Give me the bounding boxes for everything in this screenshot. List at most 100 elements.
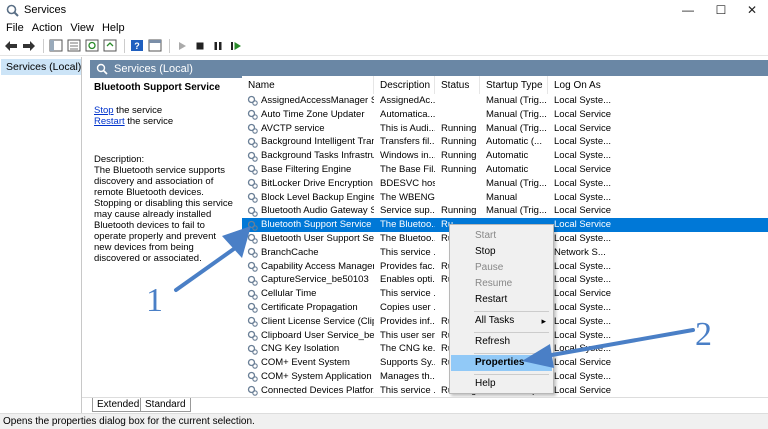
table-row[interactable]: Auto Time Zone Updater Automatica... Manua…: [242, 108, 768, 122]
column-header-startup-type[interactable]: Startup Type: [480, 76, 548, 94]
restart-suffix: the service: [124, 116, 174, 127]
table-row[interactable]: Background Intelligent Tran... Transfers …: [242, 135, 768, 149]
svg-text:?: ?: [134, 41, 140, 51]
service-gear-icon: [247, 330, 258, 341]
menu-item-properties[interactable]: Properties: [451, 355, 552, 371]
tree-item-services-local[interactable]: Services (Local): [1, 59, 81, 75]
service-logon-cell: Local Syste...: [554, 150, 612, 162]
restart-action-line: Restart the service: [94, 116, 234, 127]
service-name: CNG Key Isolation: [261, 343, 340, 355]
column-header-description[interactable]: Description: [374, 76, 435, 94]
service-description-cell: The CNG ke...: [380, 343, 435, 355]
service-name-cell: Base Filtering Engine: [242, 163, 374, 177]
table-row[interactable]: Base Filtering Engine The Base Fil... Runn…: [242, 163, 768, 177]
service-name: BranchCache: [261, 246, 319, 258]
table-row[interactable]: AVCTP service This is Audi... Running Manua…: [242, 122, 768, 136]
restart-service-icon[interactable]: [228, 38, 244, 54]
service-status-cell: Running: [441, 205, 477, 217]
back-arrow-icon[interactable]: [3, 38, 19, 54]
service-gear-icon: [247, 220, 258, 231]
table-row[interactable]: BitLocker Drive Encryption ... BDESVC hos…: [242, 177, 768, 191]
console-icon[interactable]: [147, 38, 163, 54]
service-description-cell: This service ...: [380, 384, 435, 396]
menu-help[interactable]: Help: [98, 22, 129, 34]
menu-item-refresh[interactable]: Refresh: [451, 334, 552, 350]
table-row[interactable]: AssignedAccessManager Se... AssignedAc...…: [242, 94, 768, 108]
view-tabs: Extended Standard: [82, 397, 768, 413]
menu-view[interactable]: View: [66, 22, 98, 34]
help-icon[interactable]: ?: [129, 38, 145, 54]
service-gear-icon: [247, 344, 258, 355]
service-name: Bluetooth Audio Gateway S...: [261, 205, 374, 217]
stop-service-link[interactable]: Stop: [94, 105, 114, 116]
services-icon: [96, 63, 108, 75]
stop-service-icon[interactable]: [192, 38, 208, 54]
service-name-cell: Certificate Propagation: [242, 301, 374, 315]
service-startup-type-cell: Manual (Trig...: [486, 122, 547, 134]
properties-sheet-icon[interactable]: [66, 38, 82, 54]
service-name: Auto Time Zone Updater: [261, 108, 365, 120]
menu-item-restart[interactable]: Restart: [451, 292, 552, 308]
service-name-cell: Auto Time Zone Updater: [242, 108, 374, 122]
menu-item-help[interactable]: Help: [451, 376, 552, 392]
service-name: CaptureService_be50103: [261, 274, 369, 286]
service-name-cell: Cellular Time: [242, 287, 374, 301]
service-gear-icon: [247, 234, 258, 245]
service-description-cell: Service sup...: [380, 205, 435, 217]
panel-title: Services (Local): [114, 63, 193, 75]
service-description-cell: Automatica...: [380, 108, 435, 120]
title-bar: Services: [0, 0, 768, 20]
forward-arrow-icon[interactable]: [21, 38, 37, 54]
toolbar-separator: [169, 38, 170, 53]
service-name: Bluetooth Support Service: [261, 219, 372, 231]
service-logon-cell: Local Syste...: [554, 260, 612, 272]
tab-standard[interactable]: Standard: [140, 398, 191, 412]
service-name-cell: BranchCache: [242, 246, 374, 260]
annotation-label-1: 1: [146, 282, 163, 319]
show-hide-tree-icon[interactable]: [48, 38, 64, 54]
service-name: COM+ System Application: [261, 370, 372, 382]
minimize-button[interactable]: —: [672, 0, 704, 20]
service-startup-type-cell: Manual: [486, 191, 518, 203]
service-logon-cell: Local Syste...: [554, 95, 612, 106]
service-name-cell: BitLocker Drive Encryption ...: [242, 177, 374, 191]
menu-bar: File Action View Help: [0, 20, 768, 36]
table-row[interactable]: Background Tasks Infrastruc... Windows in…: [242, 149, 768, 163]
service-description-cell: The Bluetoo...: [380, 219, 435, 231]
menu-file[interactable]: File: [2, 22, 28, 34]
table-row[interactable]: Block Level Backup Engine ... The WBENG..…: [242, 191, 768, 205]
menu-item-start: Start: [475, 230, 497, 241]
menu-item-stop[interactable]: Stop: [451, 244, 552, 260]
sort-arrow-icon: ^: [304, 76, 309, 81]
service-logon-cell: Local Service: [554, 219, 612, 231]
table-row[interactable]: Bluetooth Audio Gateway S... Service sup.…: [242, 204, 768, 218]
menu-action[interactable]: Action: [28, 22, 67, 34]
service-startup-type-cell: Manual (Trig...: [486, 205, 547, 217]
service-gear-icon: [247, 137, 258, 148]
service-description-cell: AssignedAc...: [380, 95, 435, 106]
column-header-name[interactable]: ^ Name: [242, 76, 374, 94]
pause-service-icon[interactable]: [210, 38, 226, 54]
maximize-button[interactable]: ☐: [705, 0, 737, 20]
restart-service-link[interactable]: Restart: [94, 116, 125, 127]
tab-extended[interactable]: Extended: [92, 398, 145, 412]
service-gear-icon: [247, 261, 258, 272]
menu-separator: [474, 311, 549, 312]
close-button[interactable]: ✕: [736, 0, 768, 20]
refresh-icon[interactable]: [84, 38, 100, 54]
service-description-cell: Windows in...: [380, 150, 435, 162]
export-list-icon[interactable]: [102, 38, 118, 54]
menu-separator: [474, 332, 549, 333]
service-description-cell: Manages th...: [380, 370, 435, 382]
service-name: Background Tasks Infrastruc...: [261, 150, 374, 162]
service-status-cell: [435, 177, 480, 191]
service-name-cell: Clipboard User Service_be5...: [242, 329, 374, 343]
menu-item-all-tasks[interactable]: All Tasks ▸: [451, 313, 552, 329]
service-name: Cellular Time: [261, 288, 317, 300]
service-description-cell: This user ser...: [380, 329, 435, 341]
column-header-status[interactable]: Status: [435, 76, 480, 94]
annotation-label-2: 2: [695, 316, 712, 353]
column-header-log-on-as[interactable]: Log On As: [548, 76, 618, 94]
service-logon-cell: Local Service: [554, 288, 612, 300]
start-service-icon[interactable]: [174, 38, 190, 54]
